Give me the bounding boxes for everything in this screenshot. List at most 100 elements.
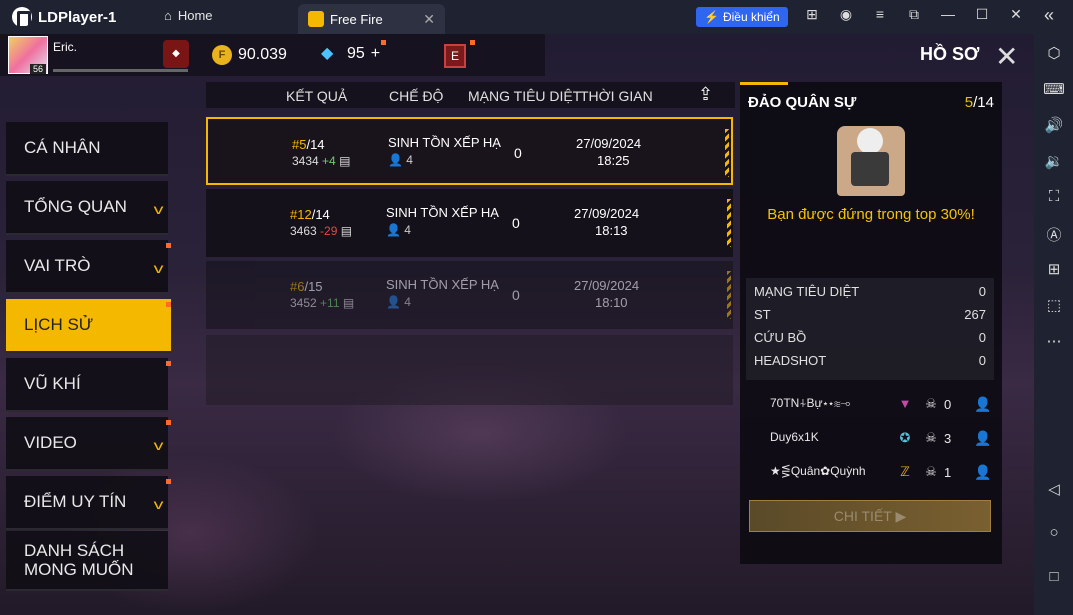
volume-down-icon[interactable]: 🔉 [1043, 152, 1065, 172]
notification-dot [470, 40, 475, 45]
column-header: CHẾ ĐỘ [389, 88, 444, 104]
sidebar-item-danh-sach-mong-muon[interactable]: DANH SÁCH MONG MUỐN [6, 531, 168, 591]
screenshot-icon[interactable]: ⛶ [1043, 188, 1065, 208]
minimize-icon[interactable]: — [936, 6, 960, 23]
match-rank: #6/15 [290, 279, 323, 294]
recent-apps-icon[interactable]: □ [1043, 568, 1065, 588]
add-friend-icon[interactable]: 👤 [974, 464, 992, 480]
ldplayer-icon [12, 7, 32, 29]
player-level: 56 [30, 64, 47, 74]
close-window-icon[interactable]: ✕ [1004, 6, 1028, 23]
match-row[interactable]: #6/15 3452 +11 ▤ SINH TỒN XẾP HẠ 👤 4 0 2… [206, 261, 733, 329]
gamepad-icon[interactable]: ⊞ [800, 6, 824, 23]
sidebar-item-label: LỊCH SỬ [24, 315, 94, 334]
placement: 5/14 [964, 94, 994, 111]
column-header: KẾT QUẢ [286, 88, 348, 104]
chevron-down-icon: v [153, 201, 164, 217]
sidebar-item-label: CÁ NHÂN [24, 138, 101, 157]
map-name: ĐẢO QUÂN SỰ [748, 94, 857, 111]
detail-button[interactable]: CHI TIẾT ▶ [749, 500, 991, 532]
match-rank: #5/14 [292, 137, 325, 152]
control-label: Điều khiển [722, 10, 780, 24]
notification-dot [166, 302, 171, 307]
page-title: HỒ SƠ [920, 44, 980, 64]
stat-label: MẠNG TIÊU DIỆT [754, 284, 860, 299]
diamond-add-icon[interactable]: + [371, 45, 380, 63]
sidebar-item-tong-quan[interactable]: TỔNG QUAN v [6, 181, 168, 235]
keyboard-icon[interactable]: ⌨ [1043, 80, 1065, 100]
multi-instance-icon[interactable]: ⊞ [1043, 260, 1065, 280]
mascot-image [837, 126, 905, 196]
sidebar-item-diem-uy-tin[interactable]: ĐIỂM UY TÍN v [6, 476, 168, 530]
teammate-kills: 1 [944, 465, 952, 480]
stat-label: ST [754, 307, 771, 322]
match-date: 27/09/2024 [574, 206, 640, 221]
match-rank: #12/14 [290, 207, 330, 222]
stat-label: CỨU BỒ [754, 330, 807, 345]
match-kills: 0 [512, 215, 520, 231]
rank-icon: ▼ [898, 396, 912, 411]
diamond-counter[interactable]: ◆ 95 + [321, 45, 380, 63]
home-icon: ⌂ [164, 8, 172, 23]
row-stripe [727, 199, 731, 247]
maximize-icon[interactable]: ☐ [970, 6, 994, 23]
menu-icon[interactable]: ≡ [868, 6, 892, 23]
account-icon[interactable]: ◉ [834, 6, 858, 23]
gold-counter[interactable]: F 90.039 [212, 45, 287, 65]
freefire-tab-label: Free Fire [330, 11, 383, 27]
match-points: 3434 +4 ▤ [292, 154, 351, 168]
gold-coin-icon: F [212, 45, 232, 65]
chevron-down-icon: v [153, 437, 164, 453]
sidebar-item-video[interactable]: VIDEO v [6, 417, 168, 471]
squad-size: 👤 4 [386, 223, 411, 237]
match-time: 18:10 [595, 295, 628, 310]
back-icon[interactable]: ◁ [1043, 480, 1065, 500]
close-icon[interactable]: ✕ [995, 40, 1018, 73]
notification-dot [166, 243, 171, 248]
elite-pass-badge[interactable]: E [444, 44, 466, 68]
match-row[interactable]: #12/14 3463 -29 ▤ SINH TỒN XẾP HẠ 👤 4 0 … [206, 189, 733, 257]
add-friend-icon[interactable]: 👤 [974, 430, 992, 446]
notification-dot [166, 479, 171, 484]
sidebar-item-label: VŨ KHÍ [24, 374, 81, 393]
diamond-amount: 95 [347, 45, 365, 62]
volume-up-icon[interactable]: 🔊 [1043, 116, 1065, 136]
macro-icon[interactable]: Ⓐ [1043, 224, 1065, 244]
diamond-icon: ◆ [321, 45, 334, 62]
panel-accent-line [740, 82, 788, 85]
control-button[interactable]: ⚡ Điều khiển [696, 7, 788, 27]
sidebar-item-label: TỔNG QUAN [24, 197, 127, 216]
teammate-kills: 0 [944, 397, 952, 412]
window-restore-icon[interactable]: ⧉ [902, 6, 926, 23]
xp-bar [53, 69, 188, 72]
collapse-sidebar-icon[interactable]: « [1044, 5, 1054, 26]
player-name: Eric. [53, 40, 77, 54]
stat-value: 0 [978, 284, 986, 299]
match-time: 18:25 [597, 153, 630, 168]
row-stripe [725, 129, 729, 177]
sidebar-item-lich-su[interactable]: LỊCH SỬ [6, 299, 171, 353]
close-tab-icon[interactable]: ✕ [423, 11, 435, 28]
apk-icon[interactable]: ⬚ [1043, 296, 1065, 316]
sidebar-item-label: VIDEO [24, 433, 77, 452]
notification-dot [381, 40, 386, 45]
more-icon[interactable]: ⋯ [1043, 332, 1065, 352]
sidebar-item-ca-nhan[interactable]: CÁ NHÂN [6, 122, 168, 176]
rank-badge-icon[interactable]: ◆ [163, 40, 189, 68]
home-tab[interactable]: ⌂ Home [164, 8, 213, 23]
sidebar-item-vu-khi[interactable]: VŨ KHÍ [6, 358, 168, 412]
rank-icon: ✪ [899, 430, 911, 445]
gold-amount: 90.039 [238, 46, 287, 63]
settings-hex-icon[interactable]: ⬡ [1043, 44, 1065, 64]
skull-icon: ☠ [925, 464, 937, 479]
freefire-tab[interactable]: Free Fire ✕ [298, 4, 445, 34]
add-friend-icon[interactable]: 👤 [974, 396, 992, 412]
share-icon[interactable]: ⇪ [698, 84, 724, 104]
home-circle-icon[interactable]: ○ [1043, 524, 1065, 544]
rank-icon: ℤ [900, 464, 910, 479]
match-mode: SINH TỒN XẾP HẠ [386, 205, 499, 220]
rank-points-icon: ▤ [342, 296, 355, 310]
sidebar-item-vai-tro[interactable]: VAI TRÒ v [6, 240, 168, 294]
freefire-icon [308, 11, 324, 27]
match-row[interactable]: #5/14 3434 +4 ▤ SINH TỒN XẾP HẠ 👤 4 0 27… [206, 117, 733, 185]
